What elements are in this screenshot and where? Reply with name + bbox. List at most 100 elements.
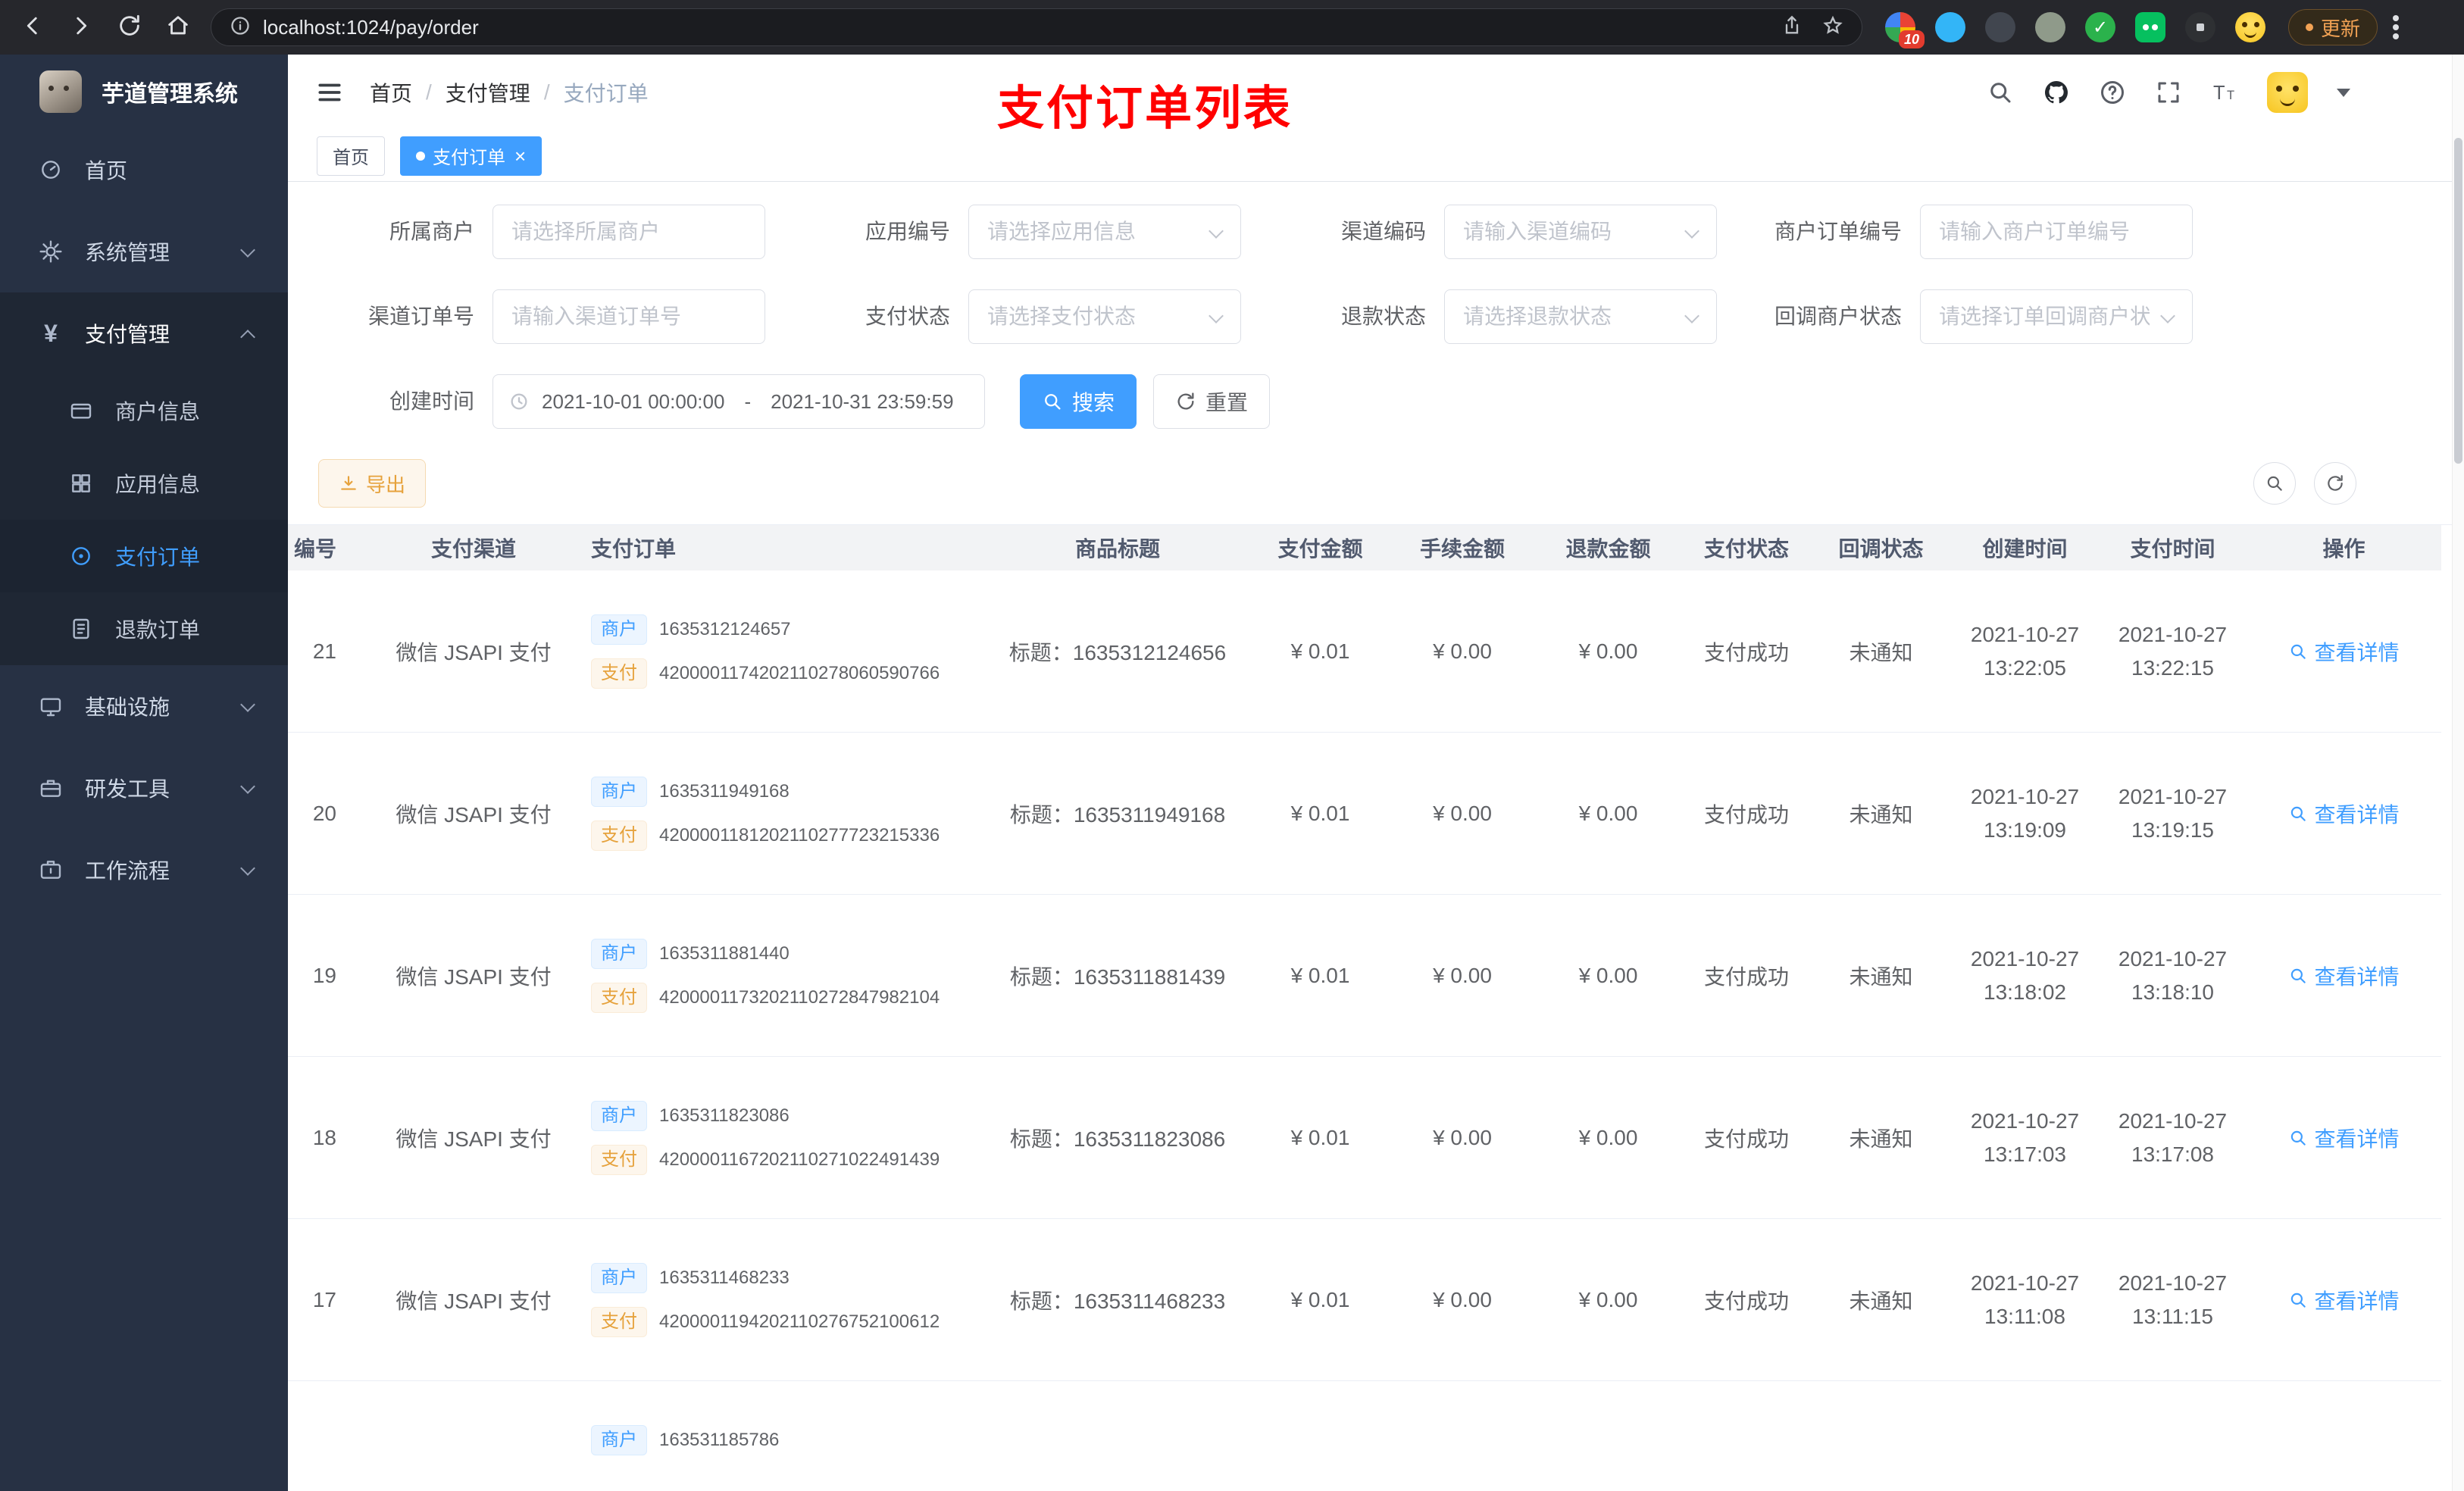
view-detail-link[interactable]: 查看详情 [2288, 636, 2400, 667]
back-icon[interactable] [20, 13, 45, 42]
collapse-sidebar-icon[interactable] [315, 78, 344, 107]
merchant-order-line: 商户 1635311881440 [591, 938, 790, 969]
sidebar-item-infra[interactable]: 基础设施 [0, 665, 288, 747]
merchant-filter-input[interactable] [492, 205, 765, 259]
view-detail-link[interactable]: 查看详情 [2288, 799, 2400, 829]
cell-notify-status: 未通知 [1849, 1127, 1913, 1151]
sidebar-item-refund-order[interactable]: 退款订单 [0, 592, 288, 665]
document-icon [67, 617, 95, 641]
fullscreen-icon[interactable] [2155, 79, 2182, 106]
extension-pin-icon[interactable] [2185, 12, 2215, 42]
sidebar-item-dev-tools[interactable]: 研发工具 [0, 747, 288, 829]
view-detail-link[interactable]: 查看详情 [2288, 961, 2400, 991]
url-bar[interactable]: localhost:1024/pay/order [211, 8, 1862, 46]
cell-refund [1534, 1381, 1682, 1491]
extension-check-icon[interactable]: ✓ [2085, 12, 2115, 42]
channel-order-no-input[interactable] [492, 289, 765, 344]
app-id-select[interactable] [968, 205, 1241, 259]
sidebar-item-home[interactable]: 首页 [0, 129, 288, 211]
extension-dark-icon[interactable] [1985, 12, 2015, 42]
github-icon[interactable] [2043, 79, 2070, 106]
sidebar-item-workflow[interactable]: 工作流程 [0, 829, 288, 911]
view-detail-link[interactable]: 查看详情 [2288, 1123, 2400, 1153]
close-tab-icon[interactable]: × [514, 146, 526, 166]
cell-amount: ¥ 0.01 [1290, 801, 1350, 825]
forward-icon[interactable] [68, 13, 94, 42]
share-icon[interactable] [1781, 15, 1803, 40]
cell-actions: 查看详情 [2247, 570, 2441, 732]
help-icon[interactable] [2099, 79, 2126, 106]
cell-channel: 微信 JSAPI 支付 [396, 964, 552, 989]
cell-paid-time: 2021-10-27 13:22:15 [2118, 622, 2228, 680]
create-time-range-input[interactable]: 2021-10-01 00:00:00 - 2021-10-31 23:59:5… [492, 374, 985, 429]
page-scrollbar[interactable] [2452, 55, 2464, 1491]
tab-pay-order[interactable]: 支付订单 × [400, 136, 543, 176]
cell-channel: 微信 JSAPI 支付 [396, 1289, 552, 1313]
refund-status-select[interactable] [1444, 289, 1717, 344]
browser-menu-icon[interactable] [2393, 24, 2400, 30]
pay-status-select[interactable] [968, 289, 1241, 344]
cell-actions: 查看详情 [2247, 1057, 2441, 1218]
refresh-table-button[interactable] [2314, 462, 2356, 505]
site-info-icon[interactable] [230, 15, 251, 40]
cell-channel: 微信 JSAPI 支付 [396, 640, 552, 664]
filter-label: 支付状态 [865, 305, 950, 328]
app-logo[interactable]: 芋道管理系统 [0, 55, 288, 129]
sidebar-item-app-info[interactable]: 应用信息 [0, 447, 288, 520]
cell-channel: 微信 JSAPI 支付 [396, 1127, 552, 1151]
cell-id [288, 1381, 379, 1491]
merchant-order-no: 1635311823086 [659, 1105, 790, 1126]
view-detail-link[interactable]: 查看详情 [2288, 1285, 2400, 1315]
magnifier-icon [2291, 1293, 2306, 1308]
pay-tag: 支付 [591, 658, 647, 689]
reload-icon[interactable] [117, 13, 142, 42]
cell-id: 20 [312, 801, 336, 825]
extension-chat-icon[interactable] [2135, 12, 2165, 42]
cell-paid-time: 2021-10-27 13:17:08 [2118, 1108, 2228, 1166]
extension-emoji-icon[interactable] [2235, 12, 2265, 42]
browser-update-button[interactable]: 更新 [2288, 9, 2378, 45]
pay-order-line: 支付 4200001167202110271022491439 [591, 1144, 940, 1175]
yen-icon: ¥ [44, 320, 58, 347]
merchant-order-no-input[interactable] [1920, 205, 2193, 259]
tags-view-bar: 首页 支付订单 × [288, 130, 2464, 182]
callback-status-select[interactable] [1920, 289, 2193, 344]
toggle-search-button[interactable] [2253, 462, 2296, 505]
screen: localhost:1024/pay/order 10 ✓ 更新 芋道管理系统 … [0, 0, 2464, 1491]
search-icon[interactable] [1987, 79, 2014, 106]
bookmark-star-icon[interactable] [1822, 15, 1843, 40]
export-button[interactable]: 导出 [318, 459, 427, 508]
sidebar-item-pay-management[interactable]: ¥ 支付管理 [0, 292, 288, 374]
scrollbar-thumb[interactable] [2454, 138, 2462, 464]
cell-fee: ¥ 0.00 [1433, 1287, 1492, 1311]
user-avatar[interactable] [2267, 72, 2308, 113]
url-text: localhost:1024/pay/order [263, 15, 479, 39]
cell-amount: ¥ 0.01 [1290, 963, 1350, 987]
breadcrumb-pay-management[interactable]: 支付管理 [446, 77, 530, 108]
cell-id: 18 [312, 1125, 336, 1149]
filter-form: 所属商户 应用编号 渠道编码 商户订单编号 [318, 205, 2464, 429]
extension-blue-icon[interactable] [1935, 12, 1965, 42]
magnifier-icon [2291, 968, 2306, 983]
sidebar-item-pay-order[interactable]: 支付订单 [0, 520, 288, 592]
extension-gray-icon[interactable] [2035, 12, 2065, 42]
font-size-icon[interactable]: TT [2211, 79, 2238, 106]
cell-title [985, 1381, 1250, 1491]
extensions-icon[interactable]: 10 [1885, 12, 1925, 48]
cell-notify-status: 未通知 [1849, 640, 1913, 664]
reset-button[interactable]: 重置 [1153, 374, 1271, 429]
sidebar-item-system[interactable]: 系统管理 [0, 211, 288, 292]
breadcrumb-home[interactable]: 首页 [370, 77, 412, 108]
merchant-tag: 商户 [591, 1262, 647, 1293]
svg-text:T: T [2213, 83, 2225, 104]
cell-refund: ¥ 0.00 [1578, 963, 1638, 987]
sidebar-item-merchant-info[interactable]: 商户信息 [0, 374, 288, 447]
table-row: 21 微信 JSAPI 支付 商户 1635312124657 支付 42000… [288, 570, 2441, 733]
caret-down-icon[interactable] [2337, 88, 2350, 97]
cell-created-time: 2021-10-27 13:18:02 [1970, 946, 2080, 1004]
home-icon[interactable] [165, 13, 191, 42]
chevron-down-icon [240, 779, 255, 794]
channel-code-select[interactable] [1444, 205, 1717, 259]
search-button[interactable]: 搜索 [1020, 374, 1137, 429]
tab-home[interactable]: 首页 [317, 136, 385, 176]
